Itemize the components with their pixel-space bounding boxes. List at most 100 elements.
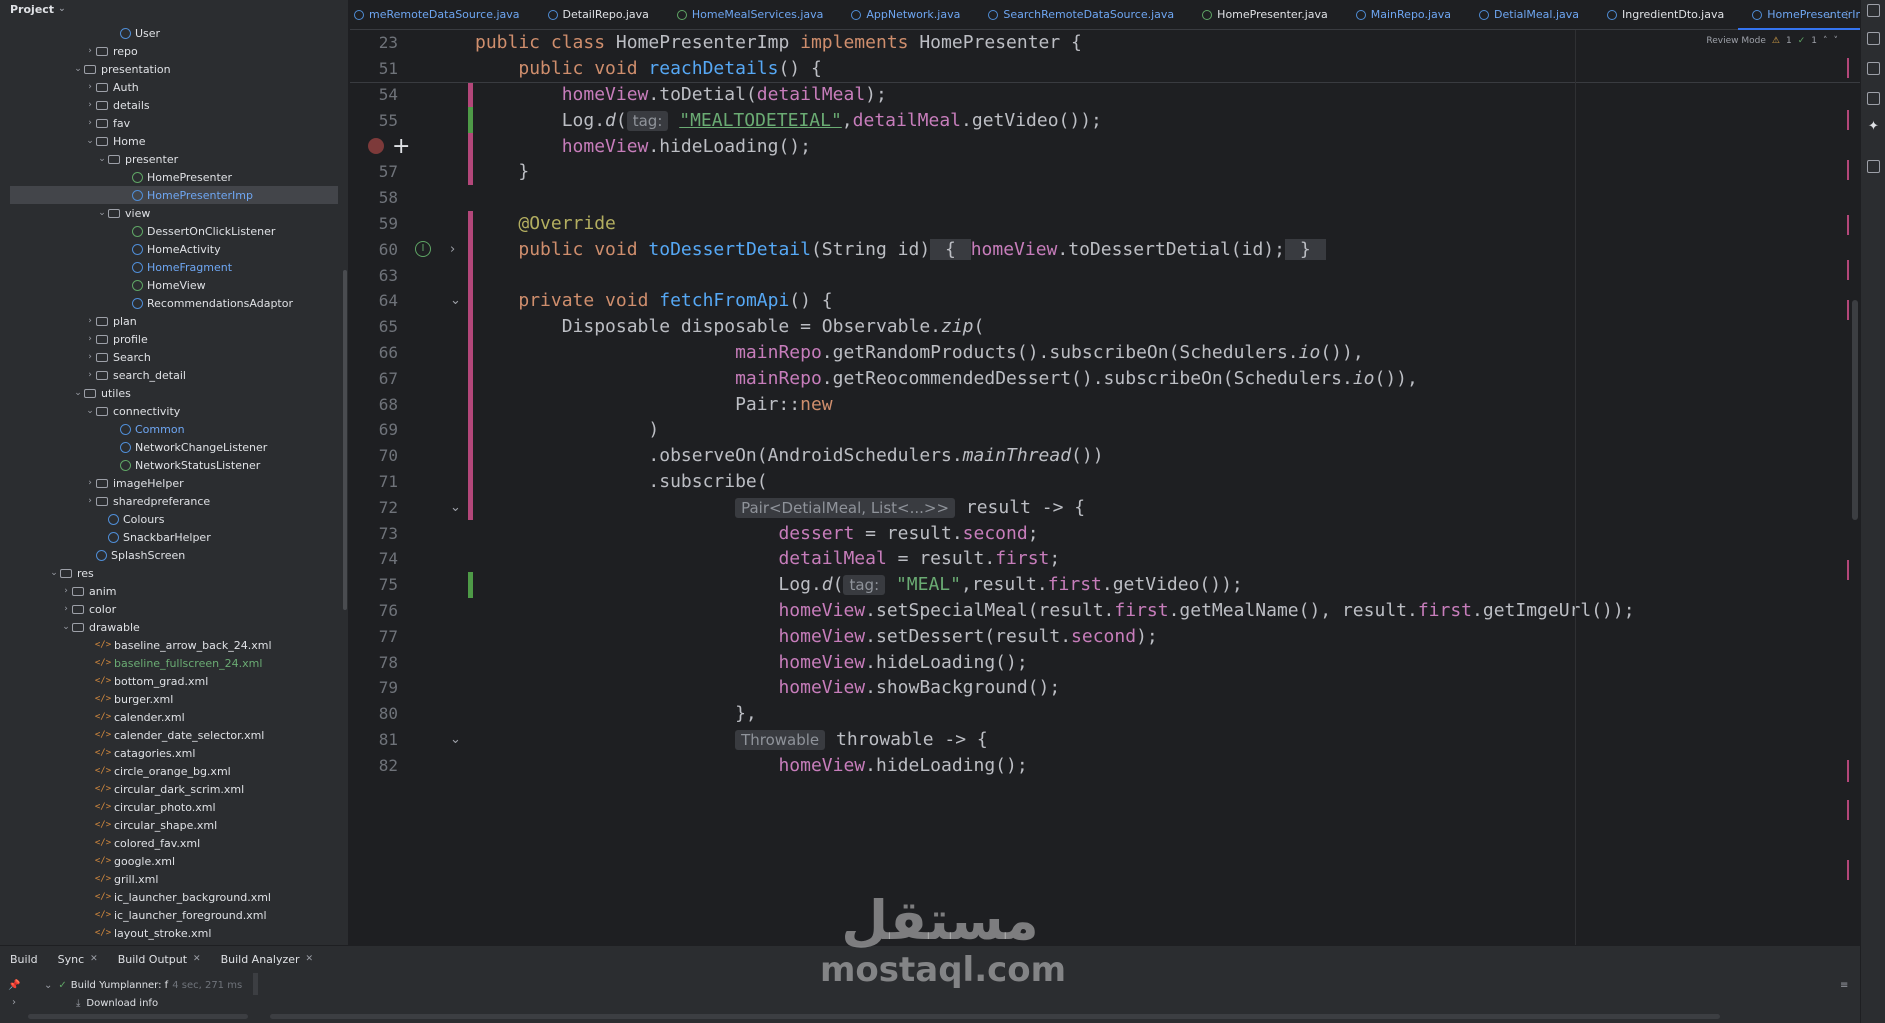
tree-item[interactable]: › repo	[0, 42, 340, 60]
inlay-hint[interactable]: Throwable	[735, 729, 826, 750]
code-line[interactable]: 68 Pair::new	[350, 391, 1860, 417]
collapse-fold-icon[interactable]: ⌄	[450, 732, 461, 747]
change-marker[interactable]	[468, 442, 473, 469]
code-editor[interactable]: 23 public class HomePresenterImp implemen…	[350, 30, 1860, 945]
tree-item[interactable]: › plan	[0, 312, 340, 330]
editor-tab[interactable]: SearchRemoteDataSource.java	[974, 0, 1188, 30]
build-result-row[interactable]: ⌄ ✓ Build Yumplanner: f 4 sec, 271 ms	[44, 976, 242, 994]
editor-tab[interactable]: HomePresenter.java	[1188, 0, 1342, 30]
chevron-down-icon[interactable]: ˅	[1834, 36, 1839, 46]
code-line[interactable]: 57 }	[350, 159, 1860, 185]
running-devices-icon[interactable]	[1867, 92, 1880, 105]
sticky-code-line[interactable]: 51 public void reachDetails() {	[350, 55, 1860, 82]
tree-item[interactable]: </> circular_photo.xml	[0, 798, 340, 816]
chevron-down-icon[interactable]: ⌄	[60, 622, 72, 632]
collapse-fold-icon[interactable]: ⌄	[450, 293, 461, 308]
code-line[interactable]: 69 )	[350, 417, 1860, 443]
tree-item[interactable]: ⌄ view	[0, 204, 340, 222]
change-marker[interactable]	[468, 262, 473, 288]
tree-item[interactable]: </> catagories.xml	[0, 744, 340, 762]
tree-item[interactable]: User	[0, 24, 340, 42]
chevron-right-icon[interactable]: ›	[84, 352, 96, 362]
editor-scrollbar[interactable]	[1852, 300, 1858, 520]
change-marker[interactable]	[468, 81, 473, 108]
tree-item[interactable]: </> calender_date_selector.xml	[0, 726, 340, 744]
error-stripe-marker[interactable]	[1847, 160, 1849, 180]
error-stripe-marker[interactable]	[1847, 760, 1849, 782]
chevron-right-icon[interactable]: ›	[84, 316, 96, 326]
tree-item[interactable]: ⌄ drawable	[0, 618, 340, 636]
error-stripe-marker[interactable]	[1847, 560, 1849, 580]
breakpoint-icon[interactable]	[368, 138, 384, 155]
tree-item[interactable]: </> circular_shape.xml	[0, 816, 340, 834]
change-marker[interactable]	[468, 236, 473, 263]
inlay-hint[interactable]: tag:	[626, 110, 669, 131]
code-line[interactable]: 77 homeView.setDessert(result.second);	[350, 623, 1860, 649]
chevron-right-icon[interactable]: ›	[84, 46, 96, 56]
chevron-right-icon[interactable]: ›	[84, 496, 96, 506]
tree-item[interactable]: </> circular_dark_scrim.xml	[0, 780, 340, 798]
more-icon[interactable]: ⋮	[1842, 10, 1852, 21]
code-line[interactable]: 81 ⌄ Throwable throwable -> {	[350, 727, 1860, 753]
tree-item[interactable]: ⌄ Home	[0, 132, 340, 150]
editor-tab[interactable]: HomeMealServices.java	[663, 0, 837, 30]
folded-region[interactable]: {	[930, 238, 971, 260]
code-line[interactable]: 60 I › public void toDessertDetail(String …	[350, 236, 1860, 263]
tree-item[interactable]: ⌄ utiles	[0, 384, 340, 402]
override-icon[interactable]: I	[415, 241, 431, 258]
tree-item[interactable]: </> calender.xml	[0, 708, 340, 726]
close-icon[interactable]: ✕	[193, 954, 201, 964]
tree-item[interactable]: </> baseline_arrow_back_24.xml	[0, 636, 340, 654]
change-marker[interactable]	[468, 313, 473, 340]
tree-item[interactable]: HomeFragment	[0, 258, 340, 276]
code-line[interactable]: 73 dessert = result.second;	[350, 520, 1860, 546]
code-line[interactable]: 79 homeView.showBackground();	[350, 675, 1860, 701]
warning-icon[interactable]: ⚠	[1772, 36, 1780, 46]
sticky-code-line[interactable]: 23 public class HomePresenterImp implemen…	[350, 30, 1860, 56]
tree-item[interactable]: SnackbarHelper	[0, 528, 340, 546]
tree-item[interactable]: ⌄ presentation	[0, 60, 340, 78]
wrap-icon[interactable]: ≡	[1840, 976, 1848, 994]
device-manager-icon[interactable]	[1867, 62, 1880, 75]
error-stripe-marker[interactable]	[1847, 58, 1849, 78]
code-line[interactable]: 54 homeView.toDetial(detailMeal);	[350, 81, 1860, 108]
inlay-hint[interactable]: tag:	[843, 575, 886, 596]
tree-item[interactable]: HomePresenterImp	[10, 186, 338, 204]
code-line[interactable]: 74 detailMeal = result.first;	[350, 546, 1860, 572]
code-line[interactable]: 76 homeView.setSpecialMeal(result.first.…	[350, 598, 1860, 624]
code-line[interactable]: 59 @Override	[350, 210, 1860, 237]
tree-item[interactable]: › search_detail	[0, 366, 340, 384]
code-line[interactable]: 55 Log.d(tag: "MEALTODETEIAL",detailMeal…	[350, 107, 1860, 134]
build-output-scrollbar[interactable]	[270, 1014, 1720, 1019]
close-icon[interactable]: ✕	[306, 954, 314, 964]
chevron-right-icon[interactable]: ›	[84, 100, 96, 110]
chevron-right-icon[interactable]: ›	[84, 370, 96, 380]
editor-tab[interactable]: MainRepo.java	[1342, 0, 1465, 30]
editor-tab[interactable]: DetailRepo.java	[534, 0, 663, 30]
collapse-fold-icon[interactable]: ⌄	[450, 500, 461, 515]
tree-item[interactable]: RecommendationsAdaptor	[0, 294, 340, 312]
pin-icon[interactable]: 📌	[8, 976, 20, 994]
tree-scrollbar[interactable]	[343, 270, 347, 610]
project-header[interactable]: Project ⌄	[0, 0, 348, 18]
change-marker[interactable]	[468, 339, 473, 366]
chevron-right-icon[interactable]: ›	[84, 334, 96, 344]
device-explorer-icon[interactable]	[1867, 160, 1880, 173]
tree-item[interactable]: HomePresenter	[0, 168, 340, 186]
chevron-right-icon[interactable]: ›	[84, 478, 96, 488]
chevron-down-icon[interactable]: ⌄	[96, 154, 108, 164]
change-marker[interactable]	[468, 288, 473, 314]
tree-item[interactable]: NetworkChangeListener	[0, 438, 340, 456]
tree-item[interactable]: › imageHelper	[0, 474, 340, 492]
tree-item[interactable]: HomeActivity	[0, 240, 340, 258]
build-tab[interactable]: Build Output ✕	[118, 953, 201, 966]
folded-region[interactable]: }	[1284, 238, 1326, 260]
change-marker[interactable]	[468, 107, 473, 134]
chevron-right-icon[interactable]: ›	[12, 993, 16, 1011]
error-stripe-marker[interactable]	[1847, 260, 1849, 280]
review-mode-label[interactable]: Review Mode	[1706, 36, 1766, 46]
change-marker[interactable]	[468, 133, 473, 159]
tree-item[interactable]: DessertOnClickListener	[0, 222, 340, 240]
build-splitter[interactable]	[253, 973, 258, 995]
editor-tab[interactable]: AppNetwork.java	[837, 0, 974, 30]
